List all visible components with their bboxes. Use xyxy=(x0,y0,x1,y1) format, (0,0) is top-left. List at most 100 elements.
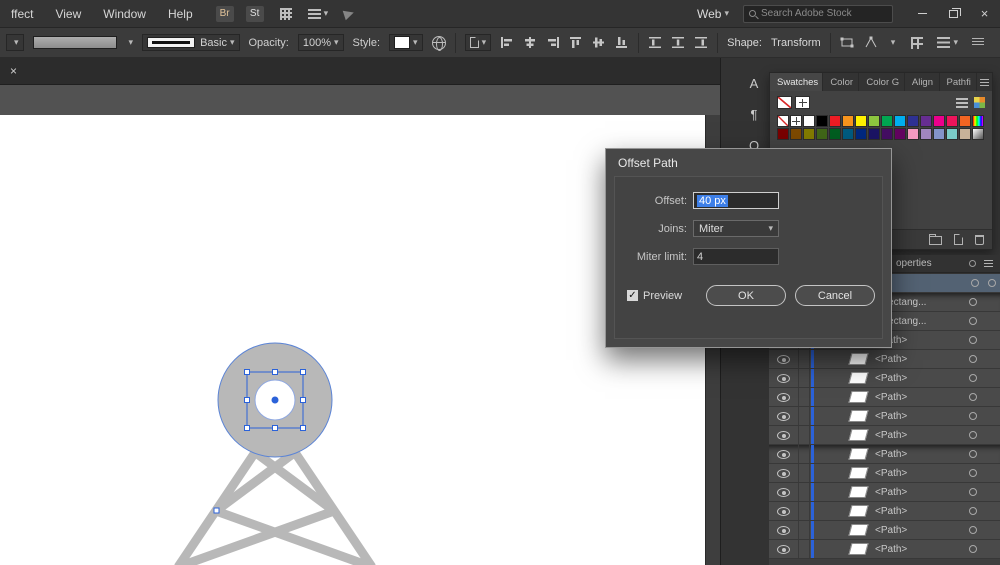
presets-dropdown[interactable]: ▾ xyxy=(6,34,24,51)
view-options-menu[interactable]: ▾ xyxy=(937,37,958,48)
visibility-cell[interactable] xyxy=(769,540,799,558)
swatch[interactable] xyxy=(790,115,802,127)
layer-target-circle[interactable] xyxy=(969,317,977,325)
panel-menu-icon[interactable] xyxy=(984,260,993,267)
visibility-cell[interactable] xyxy=(769,521,799,539)
menu-view[interactable]: View xyxy=(44,7,92,21)
fill-color-well[interactable] xyxy=(33,36,117,49)
visibility-cell[interactable] xyxy=(769,445,799,463)
tab-swatches[interactable]: Swatches xyxy=(770,73,823,91)
artboards-grid-icon[interactable] xyxy=(911,37,923,49)
bridge-button[interactable]: Br xyxy=(216,6,234,22)
layer-thumbnail[interactable] xyxy=(848,505,868,517)
adobe-stock-search-input[interactable]: Search Adobe Stock xyxy=(743,5,893,23)
layer-target-circle[interactable] xyxy=(969,488,977,496)
layer-target-circle[interactable] xyxy=(969,355,977,363)
swatch[interactable] xyxy=(920,115,932,127)
visibility-cell[interactable] xyxy=(769,464,799,482)
swatch[interactable] xyxy=(829,115,841,127)
layer-label[interactable]: <Path> xyxy=(875,449,969,460)
swatch[interactable] xyxy=(842,115,854,127)
ok-button[interactable]: OK xyxy=(706,285,786,306)
swatch[interactable] xyxy=(803,115,815,127)
document-arrange-menu[interactable]: ▾ xyxy=(292,8,329,19)
visibility-cell[interactable] xyxy=(769,388,799,406)
swatch[interactable] xyxy=(972,115,984,127)
layer-thumbnail[interactable] xyxy=(848,524,868,536)
visibility-cell[interactable] xyxy=(769,350,799,368)
layer-row[interactable]: <Path> xyxy=(769,388,1000,407)
layer-row[interactable]: <Path> xyxy=(769,464,1000,483)
registration-swatch[interactable] xyxy=(795,96,810,109)
visibility-cell[interactable] xyxy=(769,426,799,444)
tab-properties[interactable]: operties xyxy=(896,258,932,269)
none-swatch[interactable] xyxy=(777,96,792,109)
layer-label[interactable]: <Path> xyxy=(875,430,969,441)
swatch[interactable] xyxy=(816,115,828,127)
tab-color-guide[interactable]: Color G xyxy=(859,73,904,91)
miter-limit-input[interactable]: 4 xyxy=(693,248,779,265)
workspace-switcher[interactable]: Web ▾ xyxy=(697,7,743,21)
layer-row[interactable]: <Path> xyxy=(769,445,1000,464)
stock-button[interactable]: St xyxy=(246,6,264,22)
layer-target-circle[interactable] xyxy=(969,526,977,534)
layer-label[interactable]: <Path> xyxy=(875,487,969,498)
swatch[interactable] xyxy=(855,128,867,140)
layer-thumbnail[interactable] xyxy=(848,486,868,498)
layer-label[interactable]: <Path> xyxy=(875,525,969,536)
swatch[interactable] xyxy=(790,128,802,140)
align-center-h-icon[interactable] xyxy=(523,36,537,49)
visibility-cell[interactable] xyxy=(769,502,799,520)
layer-thumbnail[interactable] xyxy=(848,372,868,384)
lock-cell[interactable] xyxy=(799,464,810,482)
layer-row[interactable]: <Path> xyxy=(769,369,1000,388)
stroke-profile-select[interactable]: Basic ▾ xyxy=(142,34,239,51)
opacity-select[interactable]: 100% ▾ xyxy=(298,34,344,51)
lock-cell[interactable] xyxy=(799,521,810,539)
lock-cell[interactable] xyxy=(799,388,810,406)
distribute-center-icon[interactable] xyxy=(671,36,685,49)
layer-target-circle[interactable] xyxy=(969,412,977,420)
swatch[interactable] xyxy=(972,128,984,140)
document-setup-icon[interactable] xyxy=(432,36,446,50)
style-select[interactable]: ▾ xyxy=(389,34,423,51)
lock-cell[interactable] xyxy=(799,445,810,463)
tab-align[interactable]: Align xyxy=(905,73,940,91)
restore-button[interactable] xyxy=(938,0,969,27)
align-right-icon[interactable] xyxy=(546,36,560,49)
layer-target-circle[interactable] xyxy=(971,279,979,287)
layer-thumbnail[interactable] xyxy=(848,353,868,365)
layer-target-circle[interactable] xyxy=(969,393,977,401)
layer-target-circle[interactable] xyxy=(969,545,977,553)
swatch[interactable] xyxy=(946,128,958,140)
layer-target-circle[interactable] xyxy=(969,469,977,477)
swatch[interactable] xyxy=(868,115,880,127)
lock-cell[interactable] xyxy=(799,407,810,425)
layer-label[interactable]: <Path> xyxy=(875,373,969,384)
joins-select[interactable]: Miter ▾ xyxy=(693,220,779,237)
align-bottom-icon[interactable] xyxy=(615,36,629,49)
new-swatch-group-icon[interactable] xyxy=(929,236,942,245)
swatch[interactable] xyxy=(868,128,880,140)
swatch[interactable] xyxy=(881,128,893,140)
lock-cell[interactable] xyxy=(799,369,810,387)
layer-row[interactable]: <Path> xyxy=(769,521,1000,540)
layer-row[interactable]: <Path> xyxy=(769,502,1000,521)
layer-thumbnail[interactable] xyxy=(848,543,868,555)
target-icon[interactable] xyxy=(969,260,976,267)
menu-help[interactable]: Help xyxy=(157,7,204,21)
cancel-button[interactable]: Cancel xyxy=(795,285,875,306)
isolate-path-icon[interactable] xyxy=(840,36,855,49)
lock-cell[interactable] xyxy=(799,426,810,444)
layer-thumbnail[interactable] xyxy=(848,448,868,460)
distribute-top-icon[interactable] xyxy=(648,36,662,49)
align-top-icon[interactable] xyxy=(569,36,583,49)
swatch[interactable] xyxy=(907,115,919,127)
swatch[interactable] xyxy=(946,115,958,127)
swatch[interactable] xyxy=(894,128,906,140)
tab-pathfinder[interactable]: Pathfi xyxy=(940,73,978,91)
swatch[interactable] xyxy=(777,128,789,140)
preview-checkbox[interactable]: ✓ Preview xyxy=(627,290,682,302)
visibility-cell[interactable] xyxy=(769,483,799,501)
document-tab-close-icon[interactable]: × xyxy=(0,64,27,78)
